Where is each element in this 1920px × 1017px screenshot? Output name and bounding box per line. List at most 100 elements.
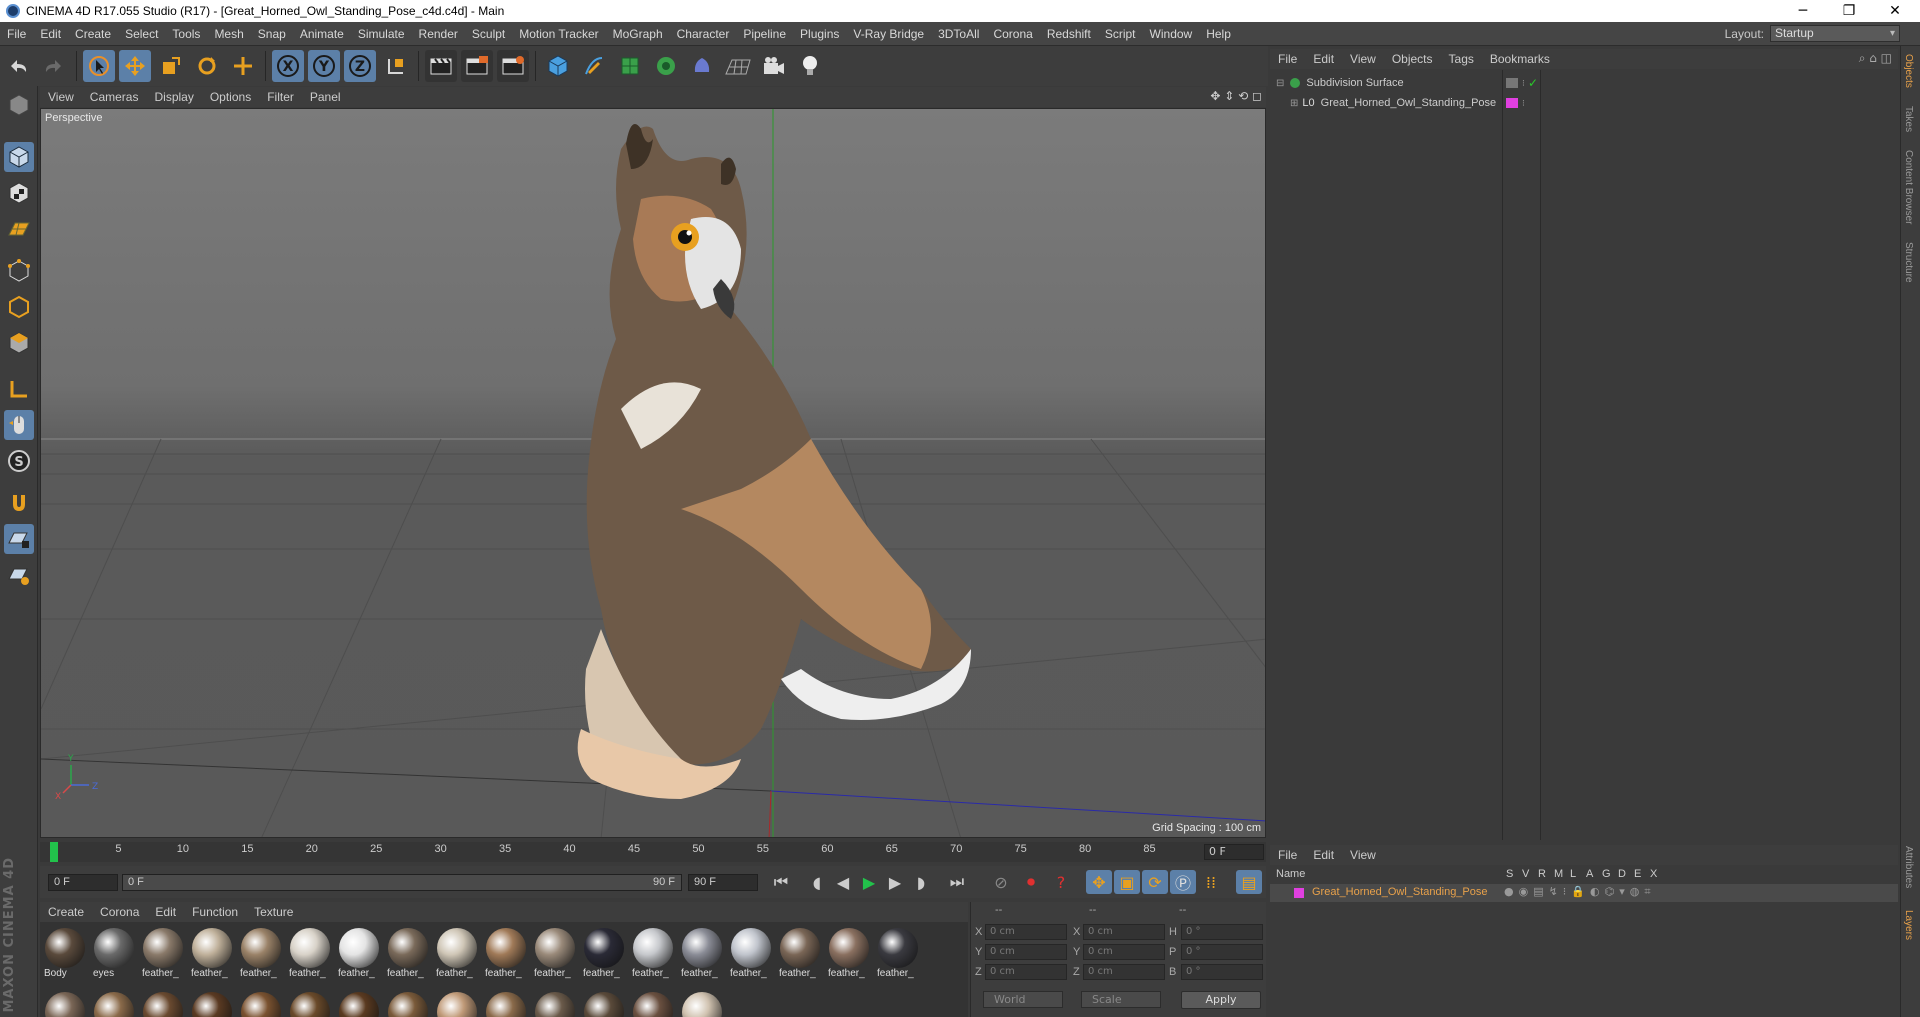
layout-dropdown[interactable]: Startup [1770, 25, 1900, 42]
locked-workplane-icon[interactable] [4, 524, 34, 554]
menu-snap[interactable]: Snap [251, 27, 293, 41]
material-swatch[interactable]: eyes [91, 926, 137, 984]
layer-row[interactable]: Great_Horned_Owl_Standing_Pose ●◉▤↯⁝🔒◐⌬▾… [1270, 884, 1898, 902]
menu-edit[interactable]: Edit [33, 27, 68, 41]
menu-3dtoall[interactable]: 3DToAll [931, 27, 986, 41]
menu-file[interactable]: File [0, 27, 33, 41]
material-swatch[interactable] [385, 990, 431, 1017]
size-z-field[interactable]: 0 cm [1083, 964, 1165, 980]
tab-objects[interactable]: Objects [1903, 54, 1914, 88]
material-menu-texture[interactable]: Texture [246, 905, 301, 919]
material-swatch[interactable]: feather_ [385, 926, 431, 984]
polygons-mode-icon[interactable] [4, 328, 34, 358]
timeline-ruler[interactable]: 051015202530354045505560657075808590 0 F [40, 842, 1266, 862]
key-pla-icon[interactable]: ⁞⁞ [1198, 870, 1224, 894]
menu-window[interactable]: Window [1143, 27, 1200, 41]
object-menu-bookmarks[interactable]: Bookmarks [1482, 52, 1558, 66]
cloner-icon[interactable] [650, 50, 682, 82]
prev-key-icon[interactable]: ◖ [804, 870, 830, 894]
collapse-icon[interactable]: ⊟ [1276, 78, 1284, 89]
planar-workplane-icon[interactable] [4, 560, 34, 590]
material-swatch[interactable]: feather_ [532, 926, 578, 984]
move-icon[interactable] [119, 50, 151, 82]
viewport-menu-filter[interactable]: Filter [259, 90, 302, 104]
viewport-menu-options[interactable]: Options [202, 90, 259, 104]
size-y-field[interactable]: 0 cm [1083, 944, 1165, 960]
menu-mograph[interactable]: MoGraph [606, 27, 670, 41]
object-menu-view[interactable]: View [1342, 52, 1384, 66]
material-swatch[interactable]: feather_ [875, 926, 921, 984]
material-swatch[interactable]: feather_ [483, 926, 529, 984]
material-swatch[interactable] [630, 990, 676, 1017]
layer-flag-icons[interactable]: ●◉▤↯⁝🔒◐⌬▾◍⌗ [1504, 885, 1656, 899]
material-swatch[interactable]: feather_ [581, 926, 627, 984]
coord-mode-dropdown[interactable]: Scale [1081, 991, 1161, 1008]
deformer-icon[interactable] [686, 50, 718, 82]
close-button[interactable]: ✕ [1872, 0, 1918, 22]
material-swatch[interactable] [91, 990, 137, 1017]
keyframe-selection-icon[interactable]: ? [1048, 870, 1074, 894]
z-axis-icon[interactable]: Z [344, 50, 376, 82]
frame-range-slider[interactable]: 0 F 90 F [122, 874, 682, 891]
object-menu-edit[interactable]: Edit [1305, 52, 1342, 66]
material-swatch[interactable]: feather_ [140, 926, 186, 984]
menu-select[interactable]: Select [118, 27, 165, 41]
points-mode-icon[interactable] [4, 256, 34, 286]
camera-icon[interactable] [758, 50, 790, 82]
goto-start-icon[interactable]: ⏮ [768, 870, 794, 894]
material-menu-edit[interactable]: Edit [147, 905, 184, 919]
material-menu-create[interactable]: Create [40, 905, 92, 919]
menu-mesh[interactable]: Mesh [207, 27, 250, 41]
material-swatch[interactable] [140, 990, 186, 1017]
timeline-playhead[interactable] [50, 842, 58, 862]
material-swatch[interactable] [483, 990, 529, 1017]
object-menu-file[interactable]: File [1270, 52, 1305, 66]
object-manager-search-icon[interactable]: ⌕ ⌂ ◫ [1859, 51, 1892, 66]
prev-frame-icon[interactable]: ◀ [830, 870, 856, 894]
viewport-menu-display[interactable]: Display [146, 90, 201, 104]
material-swatch[interactable] [287, 990, 333, 1017]
make-editable-icon[interactable] [4, 90, 34, 120]
play-icon[interactable]: ▶ [856, 870, 882, 894]
key-rotation-icon[interactable]: ⟳ [1142, 870, 1168, 894]
apply-button[interactable]: Apply [1181, 991, 1261, 1009]
menu-character[interactable]: Character [670, 27, 737, 41]
current-frame-field[interactable]: 0 F [1204, 844, 1264, 860]
tab-content-browser[interactable]: Content Browser [1903, 150, 1914, 224]
material-swatch[interactable]: feather_ [826, 926, 872, 984]
autokey-icon[interactable]: ⏺ [1018, 870, 1044, 894]
viewport-menu-cameras[interactable]: Cameras [82, 90, 147, 104]
object-row-owl[interactable]: ⊞ L0 Great_Horned_Owl_Standing_Pose ⁝ [1270, 94, 1898, 112]
menu-tools[interactable]: Tools [165, 27, 207, 41]
material-swatch[interactable]: feather_ [434, 926, 480, 984]
visibility-dots[interactable]: ⁝ [1522, 78, 1525, 89]
x-axis-icon[interactable]: X [272, 50, 304, 82]
material-swatch[interactable]: Body [42, 926, 88, 984]
start-frame-field[interactable]: 0 F [48, 874, 118, 891]
material-menu-corona[interactable]: Corona [92, 905, 147, 919]
edges-mode-icon[interactable] [4, 292, 34, 322]
redo-icon[interactable] [38, 50, 70, 82]
goto-end-icon[interactable]: ⏭ [944, 870, 970, 894]
material-swatch[interactable]: feather_ [238, 926, 284, 984]
material-swatch[interactable]: feather_ [336, 926, 382, 984]
material-swatch[interactable] [679, 990, 725, 1017]
select-arrow-icon[interactable] [83, 50, 115, 82]
viewport-menu-view[interactable]: View [40, 90, 82, 104]
material-swatch[interactable]: feather_ [287, 926, 333, 984]
layer-menu-view[interactable]: View [1342, 848, 1384, 862]
material-swatch[interactable] [42, 990, 88, 1017]
next-frame-icon[interactable]: ▶ [882, 870, 908, 894]
viewport-menu-panel[interactable]: Panel [302, 90, 349, 104]
menu-redshift[interactable]: Redshift [1040, 27, 1098, 41]
material-swatch[interactable] [532, 990, 578, 1017]
menu-sculpt[interactable]: Sculpt [465, 27, 512, 41]
menu-plugins[interactable]: Plugins [793, 27, 846, 41]
material-swatch[interactable] [238, 990, 284, 1017]
object-menu-objects[interactable]: Objects [1384, 52, 1441, 66]
material-swatch[interactable] [581, 990, 627, 1017]
rotation-b-field[interactable]: 0 ° [1181, 964, 1263, 980]
material-swatch[interactable] [336, 990, 382, 1017]
solo-mode-icon[interactable]: S [4, 446, 34, 476]
menu-script[interactable]: Script [1098, 27, 1143, 41]
